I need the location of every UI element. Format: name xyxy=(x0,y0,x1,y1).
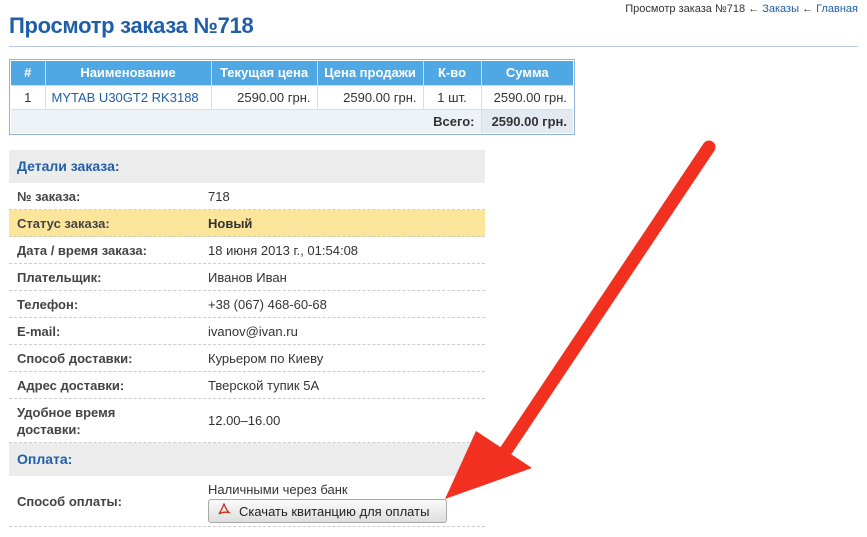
detail-row-payment-method: Способ оплаты: Наличными через банк Скач… xyxy=(9,476,485,527)
detail-label-line: Удобное время xyxy=(17,404,116,420)
payment-value: Наличными через банк Скачать квитанцию д… xyxy=(208,479,447,523)
order-details: Детали заказа: № заказа: 718 Статус зака… xyxy=(9,150,485,527)
order-items-table: # Наименование Текущая цена Цена продажи… xyxy=(9,59,575,135)
detail-value: 718 xyxy=(208,188,230,204)
column-header-current-price: Текущая цена xyxy=(211,61,318,85)
column-header-index: # xyxy=(11,61,46,85)
detail-label: Статус заказа: xyxy=(17,215,110,231)
download-receipt-button[interactable]: Скачать квитанцию для оплаты xyxy=(208,499,447,523)
page-title: Просмотр заказа №718 xyxy=(9,13,254,38)
total-label: Всего: xyxy=(11,108,482,133)
column-header-name: Наименование xyxy=(45,61,212,85)
detail-row-email: E-mail: ivanov@ivan.ru xyxy=(9,318,485,345)
detail-row-status: Статус заказа: Новый xyxy=(9,210,485,237)
download-receipt-label: Скачать квитанцию для оплаты xyxy=(239,503,430,519)
detail-row-order-number: № заказа: 718 xyxy=(9,183,485,210)
row-index: 1 xyxy=(11,84,46,109)
detail-row-delivery-address: Адрес доставки: Тверской тупик 5А xyxy=(9,372,485,399)
quantity: 1 шт. xyxy=(423,84,482,109)
table-total-row: Всего: 2590.00 грн. xyxy=(11,108,573,133)
detail-row-delivery-time: Удобное время доставки: 12.00–16.00 xyxy=(9,399,485,443)
detail-label: E-mail: xyxy=(17,323,61,339)
detail-label: Адрес доставки: xyxy=(17,377,125,393)
table-row: 1 MYTAB U30GT2 RK3188 2590.00 грн. 2590.… xyxy=(11,84,573,109)
detail-value: +38 (067) 468-60-68 xyxy=(208,296,327,312)
title-divider xyxy=(9,46,858,47)
line-sum: 2590.00 грн. xyxy=(481,84,573,109)
detail-label: № заказа: xyxy=(17,188,81,204)
total-value: 2590.00 грн. xyxy=(481,108,573,133)
sale-price: 2590.00 грн. xyxy=(317,84,424,109)
detail-value: Тверской тупик 5А xyxy=(208,377,320,393)
detail-value: 18 июня 2013 г., 01:54:08 xyxy=(208,242,359,258)
breadcrumb-separator: ← xyxy=(748,3,760,15)
detail-value: Курьером по Киеву xyxy=(208,350,324,366)
detail-label: Дата / время заказа: xyxy=(17,242,147,258)
breadcrumb-separator: ← xyxy=(802,3,814,15)
detail-label-line: доставки: xyxy=(17,421,81,437)
detail-value: Иванов Иван xyxy=(208,269,287,285)
detail-row-payer: Плательщик: Иванов Иван xyxy=(9,264,485,291)
detail-label: Удобное время доставки: xyxy=(9,404,208,438)
column-header-quantity: К-во xyxy=(423,61,482,85)
detail-row-datetime: Дата / время заказа: 18 июня 2013 г., 01… xyxy=(9,237,485,264)
payment-section-title: Оплата: xyxy=(9,443,485,476)
detail-value: 12.00–16.00 xyxy=(208,413,281,428)
detail-label: Способ доставки: xyxy=(17,350,133,366)
detail-row-delivery-method: Способ доставки: Курьером по Киеву xyxy=(9,345,485,372)
product-name-link[interactable]: MYTAB U30GT2 RK3188 xyxy=(45,84,212,109)
detail-label: Плательщик: xyxy=(17,269,102,285)
detail-label: Телефон: xyxy=(17,296,79,312)
column-header-sale-price: Цена продажи xyxy=(317,61,424,85)
details-section-title: Детали заказа: xyxy=(9,150,485,183)
payment-method-value: Наличными через банк xyxy=(208,482,348,497)
column-header-sum: Сумма xyxy=(481,61,573,85)
table-header-row: # Наименование Текущая цена Цена продажи… xyxy=(11,61,573,85)
status-value: Новый xyxy=(208,215,253,231)
breadcrumb-current: Просмотр заказа №718 xyxy=(625,3,746,15)
breadcrumb-orders-link[interactable]: Заказы xyxy=(762,3,799,15)
current-price: 2590.00 грн. xyxy=(211,84,318,109)
breadcrumb-home-link[interactable]: Главная xyxy=(816,3,858,15)
pdf-icon xyxy=(217,501,232,520)
detail-value: ivanov@ivan.ru xyxy=(208,323,298,339)
breadcrumb: Просмотр заказа №718 ← Заказы ← Главная xyxy=(625,3,858,15)
detail-label: Способ оплаты: xyxy=(17,493,122,509)
detail-row-phone: Телефон: +38 (067) 468-60-68 xyxy=(9,291,485,318)
